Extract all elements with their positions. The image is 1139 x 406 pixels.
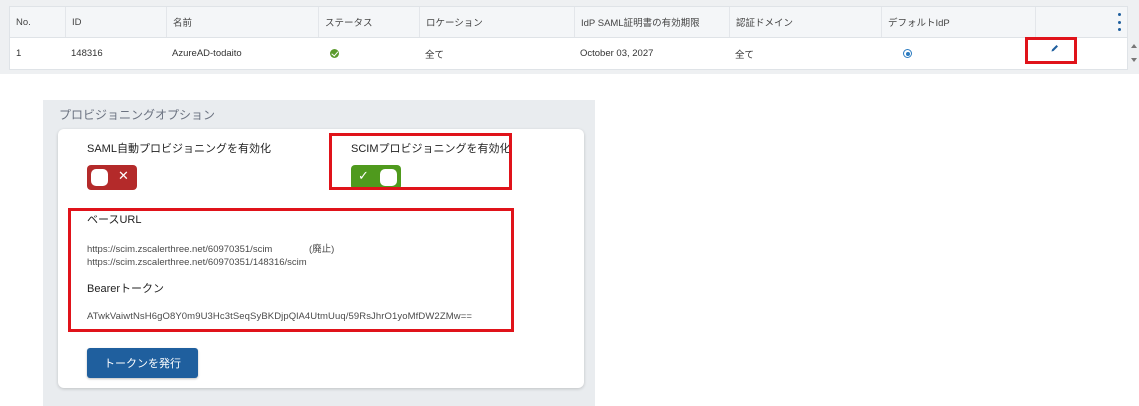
issue-token-button[interactable]: トークンを発行 <box>87 348 198 378</box>
cell-id: 148316 <box>71 48 103 59</box>
url-token-highlight-box <box>68 208 514 332</box>
col-status[interactable]: ステータス <box>318 7 419 37</box>
edit-pencil-icon[interactable] <box>1051 44 1059 52</box>
saml-provisioning-label: SAML自動プロビジョニングを有効化 <box>87 143 271 155</box>
scroll-up-arrow-icon[interactable] <box>1131 44 1137 48</box>
saml-provisioning-toggle[interactable]: ✕ <box>87 165 137 190</box>
col-actions <box>1035 7 1127 37</box>
col-name[interactable]: 名前 <box>166 7 318 37</box>
cell-auth-domain: 全て <box>735 49 755 61</box>
scim-highlight-box <box>329 133 512 190</box>
radio-selected-icon[interactable] <box>903 49 912 58</box>
cell-default-idp <box>881 38 1035 69</box>
toggle-knob <box>91 169 108 186</box>
col-location[interactable]: ロケーション <box>419 7 574 37</box>
cell-no: 1 <box>16 48 22 59</box>
idp-table-area: No. ID 名前 ステータス ロケーション IdP SAML証明書の有効期限 … <box>0 0 1139 74</box>
col-cert-expiry[interactable]: IdP SAML証明書の有効期限 <box>574 7 729 37</box>
col-default-idp[interactable]: デフォルトIdP <box>881 7 1035 37</box>
table-row[interactable]: 1 148316 AzureAD-todaito 全て October 03, … <box>10 38 1127 69</box>
scroll-down-arrow-icon[interactable] <box>1131 58 1137 62</box>
provisioning-options-panel: プロビジョニングオプション SAML自動プロビジョニングを有効化 ✕ SCIMプ… <box>43 100 595 406</box>
section-title: プロビジョニングオプション <box>59 108 216 122</box>
col-no[interactable]: No. <box>10 7 65 37</box>
cell-status <box>318 38 419 69</box>
idp-table: No. ID 名前 ステータス ロケーション IdP SAML証明書の有効期限 … <box>9 6 1128 70</box>
table-header: No. ID 名前 ステータス ロケーション IdP SAML証明書の有効期限 … <box>10 7 1127 38</box>
more-options-icon[interactable] <box>1117 13 1121 31</box>
provisioning-card: SAML自動プロビジョニングを有効化 ✕ SCIMプロビジョニングを有効化 ✓ … <box>58 129 584 388</box>
status-check-icon <box>330 49 339 58</box>
cell-name: AzureAD-todaito <box>172 48 242 59</box>
col-auth-domain[interactable]: 認証ドメイン <box>729 7 881 37</box>
cross-icon: ✕ <box>118 168 129 183</box>
cell-cert-expiry: October 03, 2027 <box>580 48 654 59</box>
col-id[interactable]: ID <box>65 7 166 37</box>
cell-location: 全て <box>425 49 445 61</box>
